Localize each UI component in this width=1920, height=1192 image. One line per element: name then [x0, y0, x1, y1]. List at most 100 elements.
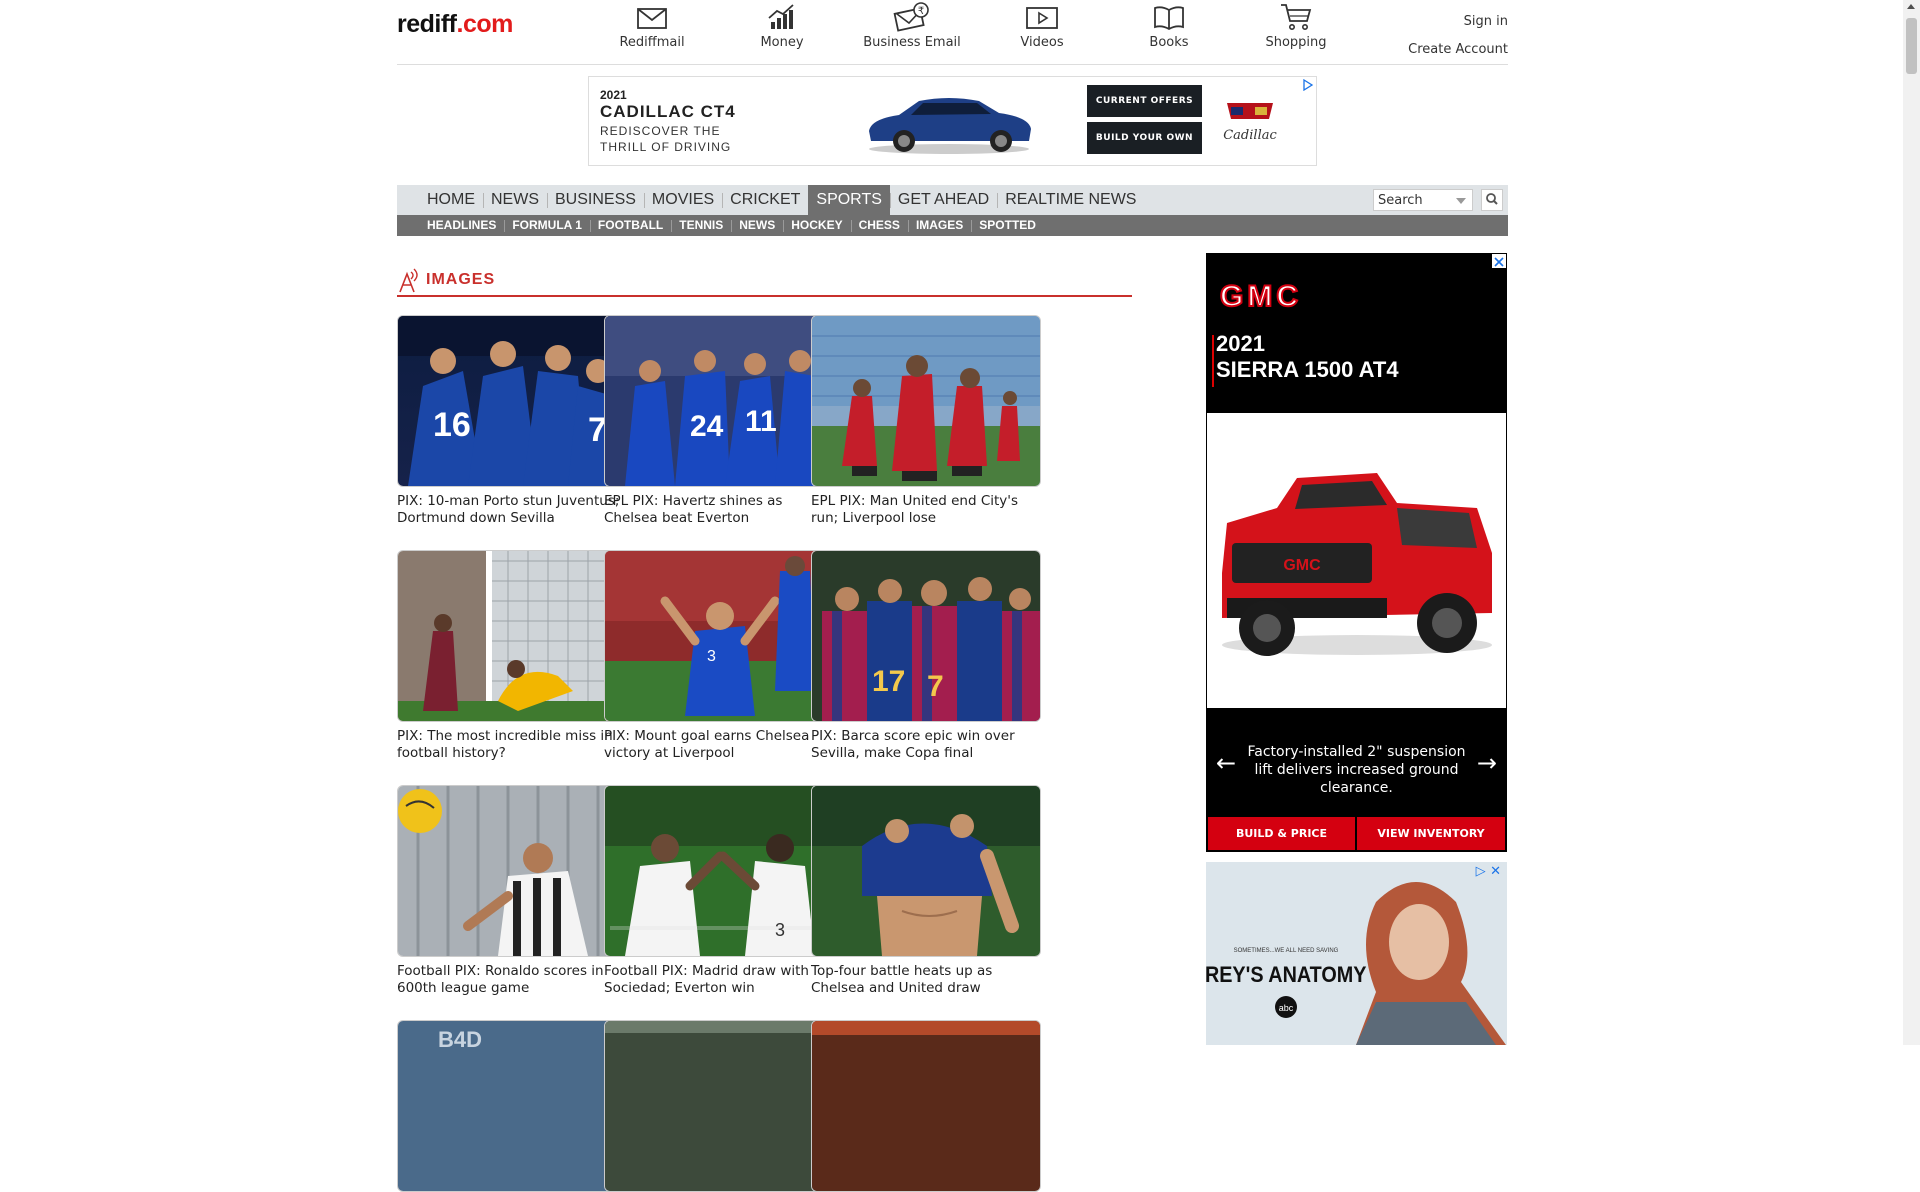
- ad-tagline: REDISCOVER THE THRILL OF DRIVING: [600, 124, 732, 154]
- truck-image: GMC: [1207, 413, 1506, 708]
- image-card[interactable]: [811, 1020, 1041, 1192]
- subnav-tennis[interactable]: TENNIS: [671, 215, 731, 236]
- card-image: 17 7: [811, 550, 1041, 722]
- build-price-button[interactable]: BUILD & PRICE: [1208, 817, 1355, 850]
- nav-sports[interactable]: SPORTS: [808, 185, 890, 215]
- image-card[interactable]: 3 PIX: Mount goal earns Chelsea victory …: [604, 550, 834, 762]
- topnav-shopping[interactable]: Shopping: [1241, 0, 1351, 50]
- gmc-sidebar-ad[interactable]: GMC 2021 SIERRA 1500 AT4 GMC ← Factory-i…: [1206, 253, 1507, 852]
- search-input[interactable]: Search: [1373, 189, 1473, 211]
- broadcast-icon: [399, 268, 418, 293]
- video-icon: [1026, 7, 1058, 29]
- svg-text:₹: ₹: [918, 6, 924, 17]
- cadillac-logo: Cadillac: [1215, 99, 1285, 151]
- top-banner-ad[interactable]: 2021 CADILLAC CT4 REDISCOVER THE THRILL …: [588, 76, 1317, 166]
- topnav-videos[interactable]: Videos: [987, 0, 1097, 50]
- adchoices-icon[interactable]: [1492, 254, 1506, 268]
- card-caption: PIX: Mount goal earns Chelsea victory at…: [604, 728, 810, 761]
- ad-message: Factory-installed 2" suspension lift del…: [1247, 744, 1466, 796]
- card-caption: EPL PIX: Man United end City's run; Live…: [811, 493, 1019, 526]
- svg-text:16: 16: [433, 406, 471, 444]
- adchoices-icon[interactable]: [1302, 79, 1314, 91]
- image-card[interactable]: B4D: [397, 1020, 627, 1192]
- card-image: [811, 315, 1041, 487]
- subnav-news[interactable]: NEWS: [731, 215, 783, 236]
- topnav-rediffmail[interactable]: Rediffmail: [597, 0, 707, 50]
- subnav-images[interactable]: IMAGES: [907, 215, 971, 236]
- image-card[interactable]: EPL PIX: Man United end City's run; Live…: [811, 315, 1041, 527]
- image-card[interactable]: Top-four battle heats up as Chelsea and …: [811, 785, 1041, 997]
- card-image: 3: [604, 785, 834, 957]
- card-image: [397, 550, 627, 722]
- nav-cricket[interactable]: CRICKET: [722, 185, 808, 215]
- search-placeholder: Search: [1378, 193, 1423, 208]
- svg-text:GMC: GMC: [1220, 281, 1302, 311]
- account-links: Sign in Create Account: [1408, 8, 1508, 64]
- cart-icon: [1281, 4, 1312, 30]
- image-card[interactable]: Football PIX: Ronaldo scores in 600th le…: [397, 785, 627, 997]
- svg-text:abc: abc: [1279, 1003, 1294, 1013]
- nav-movies[interactable]: MOVIES: [643, 185, 722, 215]
- image-card[interactable]: 17 7 PIX: Barca score epic win over Sevil…: [811, 550, 1041, 762]
- image-card[interactable]: 24 11 EPL PIX: Havertz shines as Chelsea …: [604, 315, 834, 527]
- card-image: [811, 785, 1041, 957]
- svg-text:GREY'S ANATOMY: GREY'S ANATOMY: [1206, 963, 1366, 987]
- main-nav: HOME NEWS BUSINESS MOVIES CRICKET SPORTS…: [397, 185, 1508, 215]
- subnav-football[interactable]: FOOTBALL: [589, 215, 671, 236]
- ad-model: SIERRA 1500 AT4: [1216, 357, 1399, 382]
- current-offers-button[interactable]: CURRENT OFFERS: [1087, 85, 1202, 117]
- build-your-own-button[interactable]: BUILD YOUR OWN: [1087, 122, 1202, 154]
- create-account-link[interactable]: Create Account: [1408, 36, 1508, 64]
- image-card[interactable]: 3 Football PIX: Madrid draw with Socieda…: [604, 785, 834, 997]
- subnav-headlines[interactable]: HEADLINES: [419, 215, 504, 236]
- card-caption: PIX: 10-man Porto stun Juventus; Dortmun…: [397, 493, 620, 526]
- scrollbar-thumb[interactable]: [1906, 18, 1917, 74]
- nav-news[interactable]: NEWS: [483, 185, 547, 215]
- mail-icon: [637, 8, 667, 29]
- business-mail-icon: ₹: [893, 2, 929, 32]
- svg-text:3: 3: [775, 920, 785, 940]
- topnav-money[interactable]: Money: [727, 0, 837, 50]
- ad-year: 2021: [1216, 331, 1265, 356]
- chart-icon: [768, 4, 794, 29]
- rediff-logo[interactable]: rediff.com: [397, 10, 513, 39]
- scroll-up-icon[interactable]: [1907, 4, 1915, 9]
- sign-in-link[interactable]: Sign in: [1408, 8, 1508, 36]
- topnav-business-email[interactable]: ₹ Business Email: [857, 0, 967, 50]
- svg-text:3: 3: [707, 648, 716, 665]
- subnav-hockey[interactable]: HOCKEY: [783, 215, 850, 236]
- subnav-formula-1[interactable]: FORMULA 1: [504, 215, 590, 236]
- ad-model: CADILLAC CT4: [600, 102, 736, 121]
- image-card[interactable]: [604, 1020, 834, 1192]
- image-card[interactable]: 16 7 PIX: 10-man Porto stun Juventus; Dor…: [397, 315, 627, 527]
- subnav-chess[interactable]: CHESS: [850, 215, 908, 236]
- topnav-label: Books: [1149, 35, 1189, 50]
- nav-home[interactable]: HOME: [419, 185, 483, 215]
- svg-text:B4D: B4D: [438, 1027, 482, 1052]
- vertical-scrollbar[interactable]: [1903, 0, 1920, 1045]
- chevron-down-icon[interactable]: [1456, 198, 1466, 204]
- card-image: 24 11: [604, 315, 834, 487]
- card-image: [811, 1020, 1041, 1192]
- topnav-books[interactable]: Books: [1114, 0, 1224, 50]
- ad-close-icon[interactable]: ▷ ✕: [1476, 864, 1501, 879]
- search-button[interactable]: [1481, 189, 1503, 211]
- view-inventory-button[interactable]: VIEW INVENTORY: [1357, 817, 1505, 850]
- greys-anatomy-ad[interactable]: SOMETIMES...WE ALL NEED SAVING GREY'S AN…: [1206, 862, 1507, 1045]
- next-arrow-icon[interactable]: →: [1477, 751, 1497, 775]
- nav-get-ahead[interactable]: GET AHEAD: [889, 185, 997, 215]
- nav-business[interactable]: BUSINESS: [547, 185, 644, 215]
- subnav-spotted[interactable]: SPOTTED: [971, 215, 1044, 236]
- car-image: [869, 98, 1031, 154]
- nav-realtime-news[interactable]: REALTIME NEWS: [997, 185, 1144, 215]
- card-image: B4D: [397, 1020, 627, 1192]
- image-card[interactable]: PIX: The most incredible miss in footbal…: [397, 550, 627, 762]
- svg-text:24: 24: [690, 410, 724, 443]
- top-header: rediff.com Rediffmail Money ₹ Business E…: [397, 0, 1508, 65]
- logo-suffix: .com: [456, 10, 514, 38]
- svg-text:SOMETIMES...WE ALL NEED SAVING: SOMETIMES...WE ALL NEED SAVING: [1234, 948, 1339, 954]
- gmc-logo: GMC: [1218, 279, 1353, 315]
- page-container: rediff.com Rediffmail Money ₹ Business E…: [397, 0, 1508, 1192]
- sub-nav-items: HEADLINES FORMULA 1 FOOTBALL TENNIS NEWS…: [419, 215, 1044, 236]
- svg-text:Cadillac: Cadillac: [1223, 128, 1277, 143]
